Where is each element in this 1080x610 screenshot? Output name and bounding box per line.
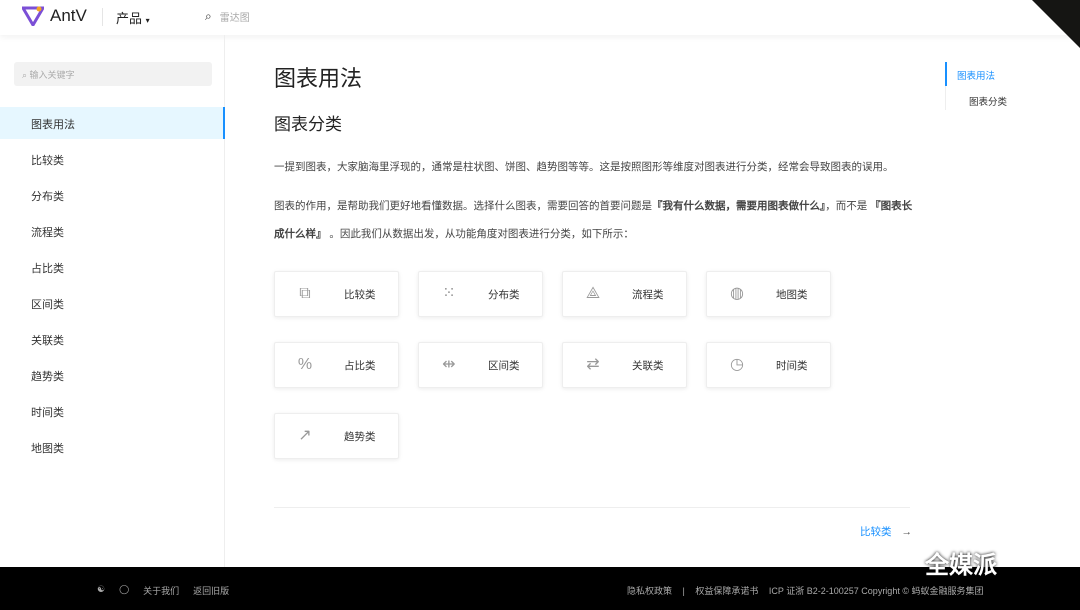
card-map[interactable]: ◍ 地图类 <box>706 271 831 317</box>
purpose-paragraph: 图表的作用，是帮助我们更好地看懂数据。选择什么图表，需要回答的首要问题是『我有什… <box>274 192 914 248</box>
para-emphasis: 『我有什么数据，需要用图表做什么』 <box>652 200 826 212</box>
card-label: 地图类 <box>776 288 808 301</box>
card-label: 比较类 <box>344 288 376 301</box>
sidebar: ⌕ 输入关键字 图表用法 比较类 分布类 流程类 占比类 区间类 关联类 趋势类… <box>0 35 225 567</box>
arrow-right-icon: → <box>901 526 913 538</box>
github-icon[interactable]: ◯ <box>119 584 129 597</box>
card-label: 占比类 <box>344 359 376 372</box>
icp-copyright: ICP 证浙 B2-2-100257 Copyright © 蚂蚁金融服务集团 <box>768 586 984 596</box>
footer-separator: | <box>682 586 685 596</box>
para-text: 图表的作用，是帮助我们更好地看懂数据。选择什么图表，需要回答的首要问题是 <box>274 200 652 212</box>
card-relation[interactable]: ⇄ 关联类 <box>562 342 687 388</box>
relation-icon: ⇄ <box>586 356 600 373</box>
next-page-link[interactable]: 比较类 → <box>860 524 912 539</box>
card-proportion[interactable]: % 占比类 <box>274 342 399 388</box>
content-divider <box>274 507 910 508</box>
sidebar-item-trend[interactable]: 趋势类 <box>0 359 225 391</box>
card-compare[interactable]: ⧉ 比较类 <box>274 271 399 317</box>
sidebar-item-usage[interactable]: 图表用法 <box>0 107 225 139</box>
about-link[interactable]: 关于我们 <box>143 584 179 597</box>
rights-link[interactable]: 权益保障承诺书 <box>695 586 758 596</box>
sidebar-search-placeholder: 输入关键字 <box>29 70 75 80</box>
product-menu[interactable]: 产品 ▾ <box>116 8 150 27</box>
header-search[interactable]: ⌕ 雷达图 <box>205 9 250 24</box>
compare-icon: ⧉ <box>299 285 311 302</box>
antv-logo-icon <box>22 6 44 26</box>
clock-icon: ◷ <box>730 356 744 373</box>
sidebar-search-input[interactable]: ⌕ 输入关键字 <box>14 62 212 86</box>
globe-icon: ◍ <box>730 285 744 302</box>
card-label: 时间类 <box>776 359 808 372</box>
watermark: 全媒派 <box>925 552 997 579</box>
sidebar-item-time[interactable]: 时间类 <box>0 395 225 427</box>
search-icon: ⌕ <box>22 70 30 80</box>
toc-item-classification[interactable]: 图表分类 <box>969 94 1007 108</box>
interval-icon: ⇹ <box>442 356 456 373</box>
card-flow[interactable]: ⟁ 流程类 <box>562 271 687 317</box>
brand-name: AntV <box>50 6 87 25</box>
para-text: 。因此我们从数据出发，从功能角度对图表进行分类，如下所示： <box>326 228 634 240</box>
next-page-label: 比较类 <box>860 526 892 538</box>
sidebar-item-compare[interactable]: 比较类 <box>0 143 225 175</box>
search-icon: ⌕ <box>205 9 212 23</box>
sidebar-item-proportion[interactable]: 占比类 <box>0 251 225 283</box>
card-trend[interactable]: ↗ 趋势类 <box>274 413 399 459</box>
privacy-link[interactable]: 隐私权政策 <box>627 586 672 596</box>
percent-icon: % <box>297 356 313 373</box>
header-search-input[interactable]: 雷达图 <box>220 9 250 24</box>
sidebar-item-flow[interactable]: 流程类 <box>0 215 225 247</box>
old-version-link[interactable]: 返回旧版 <box>193 584 229 597</box>
product-menu-label: 产品 <box>116 11 143 26</box>
github-corner-icon[interactable] <box>1032 0 1080 48</box>
section-title: 图表分类 <box>274 115 342 134</box>
card-interval[interactable]: ⇹ 区间类 <box>418 342 543 388</box>
top-nav: AntV 产品 ▾ ⌕ 雷达图 <box>0 0 1080 48</box>
flow-icon: ⟁ <box>585 285 601 302</box>
toc-item-usage[interactable]: 图表用法 <box>957 68 995 82</box>
sidebar-item-relation[interactable]: 关联类 <box>0 323 225 355</box>
distribution-icon: ⁙ <box>442 285 456 302</box>
page-title: 图表用法 <box>274 66 363 91</box>
footer: ☯ ◯ 关于我们 返回旧版 隐私权政策 | 权益保障承诺书 ICP 证浙 B2-… <box>0 567 1080 610</box>
para-text: ，而不是 <box>825 200 871 212</box>
card-label: 流程类 <box>632 288 664 301</box>
trend-icon: ↗ <box>298 427 312 444</box>
card-distribution[interactable]: ⁙ 分布类 <box>418 271 543 317</box>
card-label: 关联类 <box>632 359 664 372</box>
card-label: 区间类 <box>488 359 520 372</box>
sidebar-item-map[interactable]: 地图类 <box>0 431 225 463</box>
toc-active-indicator <box>945 62 947 86</box>
sidebar-item-distribution[interactable]: 分布类 <box>0 179 225 211</box>
intro-paragraph: 一提到图表，大家脑海里浮现的，通常是柱状图、饼图、趋势图等等。这是按照图形等维度… <box>274 161 894 173</box>
caret-down-icon: ▾ <box>145 16 150 25</box>
brand-logo[interactable]: AntV <box>22 6 87 26</box>
sidebar-item-interval[interactable]: 区间类 <box>0 287 225 319</box>
weibo-icon[interactable]: ☯ <box>97 584 105 597</box>
card-time[interactable]: ◷ 时间类 <box>706 342 831 388</box>
header-divider <box>102 8 103 26</box>
card-label: 趋势类 <box>344 430 376 443</box>
card-label: 分布类 <box>488 288 520 301</box>
